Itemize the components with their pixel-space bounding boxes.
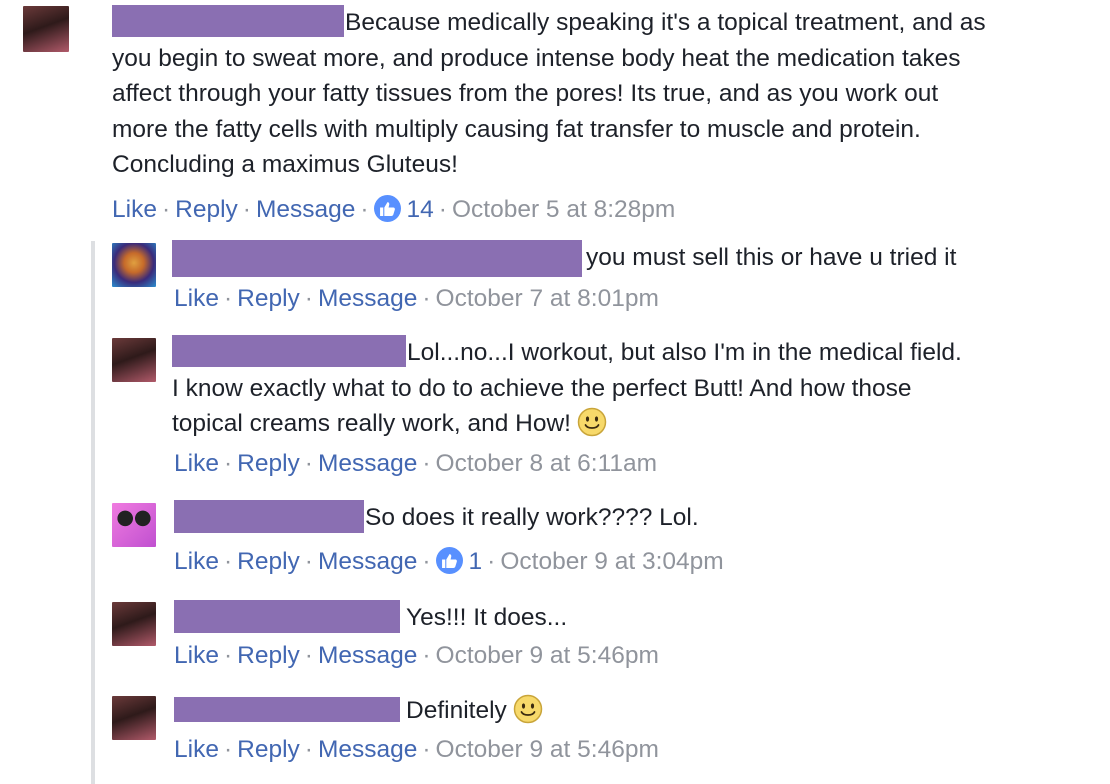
- message-link[interactable]: Message: [318, 736, 417, 763]
- like-link[interactable]: Like: [174, 285, 219, 312]
- reply-link[interactable]: Reply: [237, 285, 300, 312]
- smile-emoji-icon: [513, 694, 543, 724]
- timestamp[interactable]: October 8 at 6:11am: [436, 450, 658, 477]
- like-link[interactable]: Like: [112, 196, 157, 223]
- reply-link[interactable]: Reply: [237, 642, 300, 669]
- timestamp[interactable]: October 9 at 5:46pm: [436, 642, 659, 669]
- like-link[interactable]: Like: [174, 450, 219, 477]
- message-link[interactable]: Message: [318, 450, 417, 477]
- message-link[interactable]: Message: [318, 285, 417, 312]
- like-link[interactable]: Like: [174, 548, 219, 575]
- reply-link[interactable]: Reply: [237, 736, 300, 763]
- avatar[interactable]: [112, 243, 156, 287]
- avatar[interactable]: [112, 696, 156, 740]
- timestamp[interactable]: October 9 at 5:46pm: [436, 736, 659, 763]
- timestamp[interactable]: October 5 at 8:28pm: [452, 196, 675, 223]
- comment-body: Because medically speaking it's a topica…: [112, 5, 986, 183]
- comment-actions: Like · Reply · Message · October 8 at 6:11am: [174, 450, 658, 477]
- reply-link[interactable]: Reply: [237, 548, 300, 575]
- message-link[interactable]: Message: [318, 642, 417, 669]
- comment-actions: Like · Reply · Message · October 7 at 8:01pm: [174, 285, 659, 312]
- message-link[interactable]: Message: [256, 196, 355, 223]
- redacted-name: [174, 697, 400, 722]
- redacted-name: [174, 500, 364, 533]
- redacted-name: [112, 5, 344, 37]
- like-count[interactable]: 1: [469, 548, 483, 575]
- comment-actions: Like · Reply · Message · October 9 at 5:46pm: [174, 642, 659, 669]
- comment-body: Definitely: [174, 693, 543, 729]
- redacted-name: [172, 335, 406, 367]
- redacted-name: [174, 600, 400, 633]
- avatar[interactable]: [112, 338, 156, 382]
- timestamp[interactable]: October 9 at 3:04pm: [500, 548, 723, 575]
- reply-thread-line: [91, 241, 95, 784]
- message-link[interactable]: Message: [318, 548, 417, 575]
- smile-emoji-icon: [577, 407, 607, 437]
- redacted-name: [172, 240, 582, 277]
- reply-link[interactable]: Reply: [175, 196, 238, 223]
- avatar[interactable]: [112, 602, 156, 646]
- like-count[interactable]: 14: [407, 196, 434, 223]
- timestamp[interactable]: October 7 at 8:01pm: [436, 285, 659, 312]
- comment-body: you must sell this or have u tried it: [172, 240, 956, 277]
- comment-body: Yes!!! It does...: [174, 600, 567, 636]
- avatar[interactable]: [112, 503, 156, 547]
- comment-body: Lol...no...I workout, but also I'm in th…: [172, 335, 962, 442]
- comment-actions: Like · Reply · Message · 1 · October 9 at 3:04pm: [174, 547, 724, 575]
- like-link[interactable]: Like: [174, 736, 219, 763]
- reply-link[interactable]: Reply: [237, 450, 300, 477]
- comment-actions: Like · Reply · Message · October 9 at 5:46pm: [174, 736, 659, 763]
- like-reaction-icon[interactable]: [373, 195, 401, 222]
- like-reaction-icon[interactable]: [435, 547, 463, 574]
- comment-body: So does it really work???? Lol.: [174, 500, 699, 536]
- avatar[interactable]: [23, 6, 69, 52]
- like-link[interactable]: Like: [174, 642, 219, 669]
- comment-actions: Like · Reply · Message · 14 · October 5 at 8:28p…: [112, 195, 676, 223]
